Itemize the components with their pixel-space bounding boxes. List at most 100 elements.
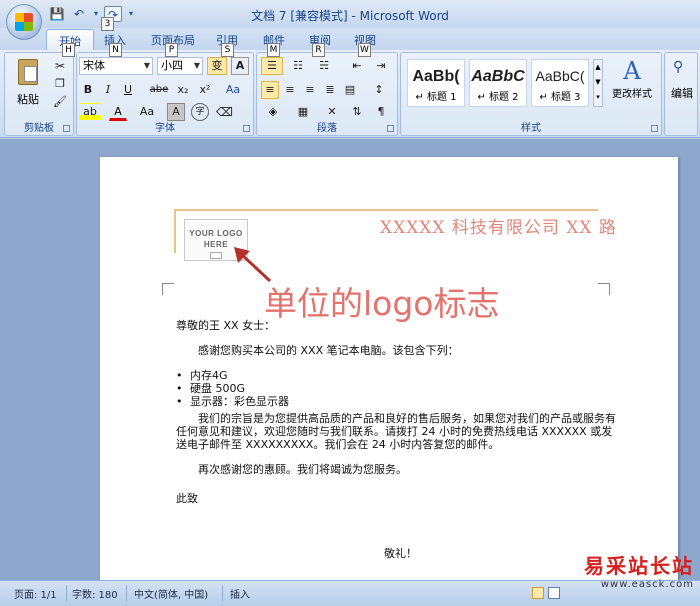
distribute-icon[interactable]: ▤ [341, 81, 359, 99]
paragraph-group: ☰ ☷ ☵ ⇤ ⇥ ≡ ≡ ≡ ≣ ▤ ↕ ◈ ▦ ✕ ⇅ ¶ 段落 [256, 52, 398, 136]
paste-icon [18, 59, 38, 85]
keytip-mailings: M [267, 43, 280, 57]
document-canvas[interactable]: YOUR LOGO HERE XXXXX 科技有限公司 XX 路 单位的logo… [0, 139, 700, 580]
list-item: 硬盘 500G [176, 382, 616, 395]
cut-icon[interactable]: ✂ [51, 57, 69, 75]
multilevel-list-icon[interactable]: ☵ [313, 57, 335, 75]
phonetic-guide-button[interactable]: 变 [207, 57, 227, 75]
strikethrough-button[interactable]: abe [147, 81, 171, 99]
office-button[interactable] [6, 4, 42, 40]
underline-button[interactable]: U [119, 81, 137, 99]
keytip-home: H [62, 43, 75, 57]
page-count[interactable]: 页面: 1/1 [14, 586, 57, 601]
status-divider [222, 585, 223, 601]
font-size-select[interactable]: 小四 ▼ [157, 57, 203, 75]
document-page[interactable]: YOUR LOGO HERE XXXXX 科技有限公司 XX 路 单位的logo… [100, 157, 678, 580]
style-heading-3[interactable]: AaBbC( ↵ 标题 3 [531, 59, 589, 107]
change-styles-button[interactable]: A 更改样式 [607, 57, 657, 113]
decrease-indent-icon[interactable]: ⇤ [347, 57, 367, 75]
change-styles-label: 更改样式 [612, 89, 652, 100]
status-divider [126, 585, 127, 601]
service-paragraph: 我们的宗旨是为您提供高品质的产品和良好的售后服务，如果您对我们的产品或服务有任何… [176, 412, 616, 451]
style-heading-2-sample: AaBbC [471, 68, 525, 85]
keytip-layout: P [165, 43, 178, 57]
word-count[interactable]: 字数: 180 [72, 586, 118, 601]
header-rule-vertical [174, 209, 176, 253]
keytip-qat: 3 [101, 17, 114, 31]
copy-icon[interactable]: ❐ [51, 75, 69, 93]
style-heading-1-sample: AaBb( [412, 68, 460, 85]
paste-label: 粘贴 [17, 93, 39, 106]
site-watermark: 易采站长站 www.easck.com [584, 550, 694, 590]
styles-launcher-icon[interactable] [651, 125, 658, 132]
font-launcher-icon[interactable] [243, 125, 250, 132]
full-screen-view-icon[interactable] [548, 587, 560, 599]
header-rule [174, 209, 598, 211]
align-left-icon[interactable]: ≡ [261, 81, 279, 99]
status-divider [66, 585, 67, 601]
numbering-icon[interactable]: ☷ [287, 57, 309, 75]
paste-button[interactable]: 粘贴 [13, 57, 43, 111]
watermark-en: www.easck.com [600, 579, 694, 590]
font-name-value: 宋体 [83, 59, 105, 72]
list-item: 内存4G [176, 369, 616, 382]
insert-mode[interactable]: 插入 [230, 586, 250, 601]
change-case-button[interactable]: Aa [221, 81, 245, 99]
bold-button[interactable]: B [79, 81, 97, 99]
intro-paragraph: 感谢您购买本公司的 XXX 笔记本电脑。该包含下列： [198, 344, 459, 357]
superscript-button[interactable]: x² [195, 81, 215, 99]
styles-group-label: 样式 [521, 123, 541, 134]
style-heading-1[interactable]: AaBb( ↵ 标题 1 [407, 59, 465, 107]
list-item: 显示器：彩色显示器 [176, 395, 616, 408]
print-layout-view-icon[interactable] [532, 587, 544, 599]
line-spacing-icon[interactable]: ↕ [367, 81, 391, 99]
style-heading-1-name: ↵ 标题 1 [415, 92, 457, 103]
ribbon: 粘贴 ✂ ❐ 🖌 剪贴板 宋体 ▼ 小四 ▼ 变 A B I U abe x₂ x²… [0, 50, 700, 138]
image-icon [210, 252, 222, 259]
keytip-references: S [221, 43, 234, 57]
letter-body[interactable]: 尊敬的王 XX 女士： 感谢您购买本公司的 XXX 笔记本电脑。该包含下列： 内… [176, 319, 616, 505]
bullets-icon[interactable]: ☰ [261, 57, 283, 75]
keytip-view: W [358, 43, 371, 57]
keytip-insert: N [109, 43, 122, 57]
editing-group: ⚲ 编辑 [664, 52, 698, 136]
spec-list: 内存4G 硬盘 500G 显示器：彩色显示器 [176, 369, 616, 408]
char-border-button[interactable]: A [231, 57, 249, 75]
clipboard-group: 粘贴 ✂ ❐ 🖌 剪贴板 [4, 52, 74, 136]
salutation: 尊敬的王 XX 女士： [176, 319, 276, 332]
closing-line-1: 此致 [176, 492, 198, 505]
font-name-select[interactable]: 宋体 ▼ [79, 57, 153, 75]
font-size-value: 小四 [161, 59, 183, 72]
align-center-icon[interactable]: ≡ [281, 81, 299, 99]
style-heading-2-name: ↵ 标题 2 [477, 92, 519, 103]
editing-button[interactable]: 编辑 [668, 85, 696, 101]
change-styles-icon: A [623, 57, 641, 85]
language-status[interactable]: 中文(简体, 中国) [134, 586, 208, 601]
closing-line-2: 敬礼！ [384, 547, 417, 560]
style-heading-3-name: ↵ 标题 3 [539, 92, 581, 103]
styles-group: AaBb( ↵ 标题 1 AaBbC ↵ 标题 2 AaBbC( ↵ 标题 3 … [400, 52, 662, 136]
ribbon-tabs: 开始 插入 页面布局 引用 邮件 审阅 视图 [0, 28, 700, 51]
font-group: 宋体 ▼ 小四 ▼ 变 A B I U abe x₂ x² Aa ab A Aa A… [76, 52, 254, 136]
italic-button[interactable]: I [99, 81, 117, 99]
margin-mark-top-left [162, 283, 174, 295]
paragraph-group-label: 段落 [317, 123, 337, 134]
binoculars-icon: ⚲ [673, 59, 684, 75]
styles-scroll[interactable]: ▲ ▼ ▾ [593, 59, 603, 107]
keytip-review: R [312, 43, 325, 57]
margin-mark-top-right [598, 283, 610, 295]
subscript-button[interactable]: x₂ [173, 81, 193, 99]
style-heading-2[interactable]: AaBbC ↵ 标题 2 [469, 59, 527, 107]
thanks-paragraph: 再次感谢您的惠顾。我们将竭诚为您服务。 [198, 463, 407, 476]
clipboard-launcher-icon[interactable] [63, 125, 70, 132]
format-painter-icon[interactable]: 🖌 [51, 93, 69, 111]
justify-icon[interactable]: ≣ [321, 81, 339, 99]
align-right-icon[interactable]: ≡ [301, 81, 319, 99]
office-logo-icon [15, 13, 33, 31]
paragraph-launcher-icon[interactable] [387, 125, 394, 132]
increase-indent-icon[interactable]: ⇥ [371, 57, 391, 75]
logo-callout: 单位的logo标志 [264, 284, 500, 323]
style-heading-3-sample: AaBbC( [535, 68, 585, 84]
watermark-cn: 易采站长站 [584, 554, 694, 578]
logo-line-1: YOUR LOGO [189, 229, 243, 238]
